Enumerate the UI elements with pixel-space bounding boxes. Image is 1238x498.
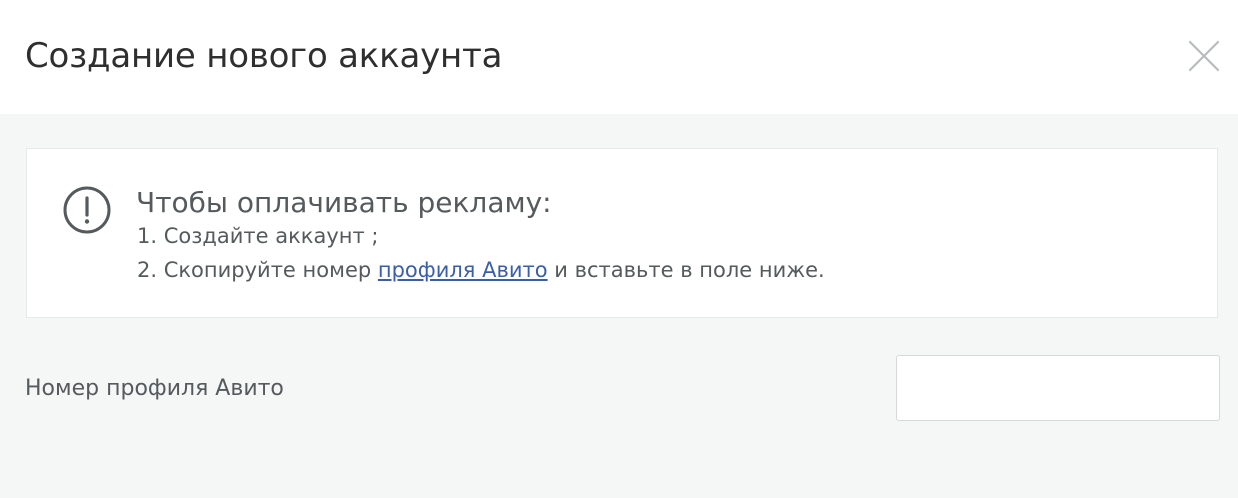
info-notice: Чтобы оплачивать рекламу: 1. Создайте ак…: [26, 148, 1218, 318]
exclamation-circle-icon: [62, 185, 112, 235]
notice-step-2-suffix: и вставьте в поле ниже.: [547, 258, 825, 282]
notice-step-1: 1. Создайте аккаунт ;: [137, 224, 379, 248]
modal-body: Чтобы оплачивать рекламу: 1. Создайте ак…: [0, 114, 1238, 498]
notice-step-2: 2. Скопируйте номер профиля Авито и вста…: [137, 256, 825, 284]
modal-header: Создание нового аккаунта: [0, 0, 1238, 114]
close-button[interactable]: [1186, 38, 1222, 74]
close-icon: [1188, 40, 1220, 72]
avito-profile-link[interactable]: профиля Авито: [378, 258, 548, 282]
notice-title: Чтобы оплачивать рекламу:: [136, 186, 552, 219]
modal-title: Создание нового аккаунта: [25, 36, 503, 76]
notice-step-2-prefix: 2. Скопируйте номер: [137, 258, 378, 282]
profile-number-input[interactable]: [896, 355, 1220, 421]
create-account-modal: Создание нового аккаунта Чтобы оплачиват…: [0, 0, 1238, 498]
profile-number-label: Номер профиля Авито: [25, 376, 284, 401]
